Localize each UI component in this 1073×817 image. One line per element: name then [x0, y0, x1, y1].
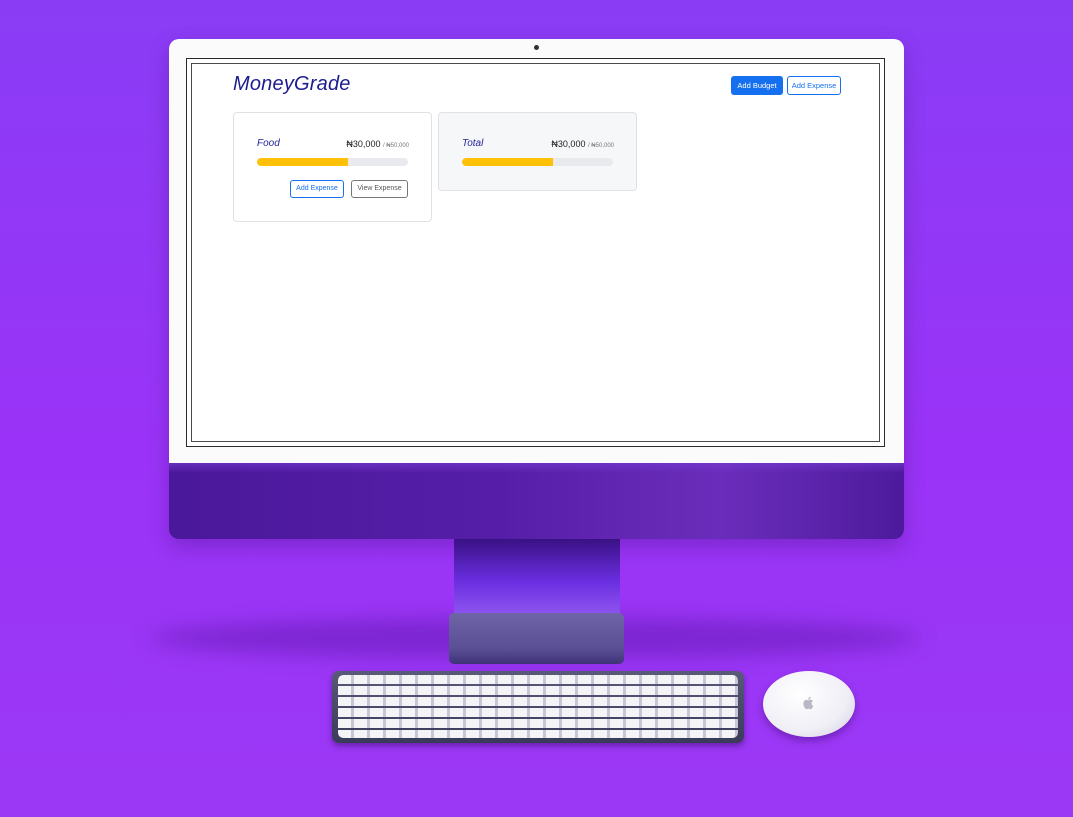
app-title: MoneyGrade	[233, 73, 351, 95]
stand-neck	[454, 539, 620, 615]
view-expense-button[interactable]: View Expense	[351, 180, 408, 198]
budget-max: / ₦50,000	[382, 143, 409, 149]
mouse	[763, 671, 855, 737]
keyboard-keys	[338, 675, 738, 738]
budget-progress-bar	[257, 158, 408, 166]
total-name: Total	[462, 138, 484, 149]
total-progress-fill	[462, 158, 553, 166]
add-expense-header-button[interactable]: Add Expense	[787, 76, 841, 95]
total-card: Total ₦30,000 / ₦50,000	[438, 112, 637, 191]
camera-icon	[534, 45, 539, 50]
keyboard	[332, 671, 744, 743]
monitor-chin	[169, 463, 904, 539]
apple-logo-icon	[803, 696, 814, 710]
total-spent: ₦30,000	[551, 139, 586, 149]
budget-card-food: Food ₦30,000 / ₦50,000 Add Expense View …	[233, 112, 432, 222]
budget-name: Food	[257, 138, 280, 149]
budget-progress-fill	[257, 158, 348, 166]
budget-amount: ₦30,000 / ₦50,000	[346, 139, 409, 149]
total-max: / ₦50,000	[587, 143, 614, 149]
budget-spent: ₦30,000	[346, 139, 381, 149]
total-amount: ₦30,000 / ₦50,000	[551, 139, 614, 149]
stand-base	[449, 613, 624, 664]
add-budget-button[interactable]: Add Budget	[731, 76, 783, 95]
screen: MoneyGrade Add Budget Add Expense Food ₦…	[186, 58, 885, 447]
total-progress-bar	[462, 158, 613, 166]
add-expense-button[interactable]: Add Expense	[290, 180, 344, 198]
